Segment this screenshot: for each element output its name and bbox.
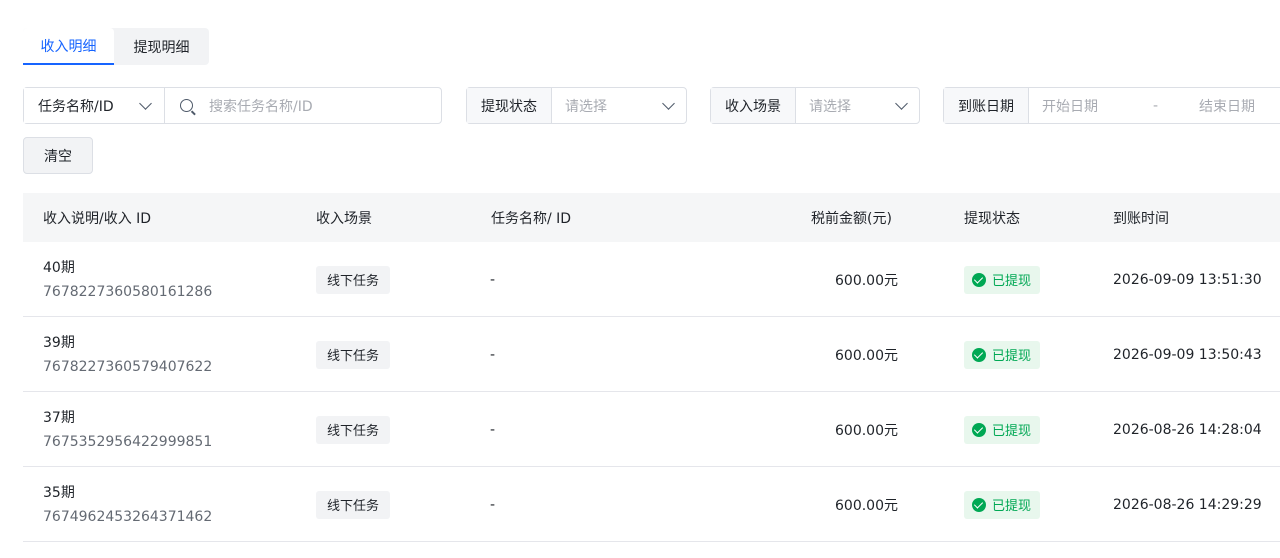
table-header: 收入说明/收入 ID 收入场景 任务名称/ ID 税前金额(元) 提现状态 到账…: [23, 193, 1280, 242]
task-cell: -: [490, 346, 496, 363]
status-cell: 已提现: [964, 242, 1041, 317]
scene-cell: 线下任务: [316, 392, 391, 467]
income-scene-placeholder: 请选择: [809, 98, 851, 115]
check-circle-icon: [972, 347, 986, 362]
status-label: 已提现: [992, 424, 1032, 439]
time-cell: 2026-09-09 13:51:30: [1113, 271, 1262, 288]
income-desc-cell: 39期 7678227360579407622: [43, 317, 212, 392]
scene-tag: 线下任务: [316, 415, 391, 444]
status-label: 已提现: [992, 499, 1032, 514]
start-date-input[interactable]: 开始日期: [1042, 96, 1098, 116]
income-id: 7678227360579407622: [43, 358, 213, 375]
scene-tag: 线下任务: [316, 490, 391, 519]
income-id: 7675352956422999851: [43, 433, 213, 450]
status-cell: 已提现: [964, 317, 1041, 392]
date-range-picker[interactable]: 开始日期 - 结束日期: [1029, 88, 1280, 123]
table-row: 35期 7674962453264371462 线下任务 - 600.00元 已…: [23, 467, 1280, 542]
income-title: 35期: [43, 484, 75, 501]
status-badge: 已提现: [964, 415, 1041, 444]
withdraw-status-filter: 提现状态 请选择: [466, 87, 687, 124]
scene-cell: 线下任务: [316, 242, 391, 317]
date-separator: -: [1152, 97, 1159, 114]
column-header-task: 任务名称/ ID: [491, 210, 572, 227]
scene-tag: 线下任务: [316, 265, 391, 294]
withdraw-status-placeholder: 请选择: [565, 98, 607, 115]
search-input[interactable]: 搜索任务名称/ID: [165, 88, 441, 123]
table-row: 37期 7675352956422999851 线下任务 - 600.00元 已…: [23, 392, 1280, 467]
time-cell: 2026-08-26 14:29:29: [1113, 496, 1262, 513]
clear-button[interactable]: 清空: [23, 137, 93, 174]
income-title: 40期: [43, 259, 75, 276]
task-cell: -: [490, 421, 496, 438]
arrival-date-label: 到账日期: [944, 88, 1029, 123]
income-title: 37期: [43, 409, 75, 426]
column-header-amount: 税前金额(元): [811, 210, 892, 227]
scene-cell: 线下任务: [316, 467, 391, 542]
income-title: 39期: [43, 334, 75, 351]
status-badge: 已提现: [964, 490, 1041, 519]
status-badge: 已提现: [964, 340, 1041, 369]
task-cell: -: [490, 496, 496, 513]
chevron-down-icon: [139, 96, 152, 110]
column-header-status: 提现状态: [964, 210, 1020, 227]
chevron-down-icon: [895, 96, 908, 110]
arrival-date-filter: 到账日期 开始日期 - 结束日期: [943, 87, 1280, 124]
income-scene-select[interactable]: 请选择: [796, 88, 919, 123]
column-header-time: 到账时间: [1113, 210, 1169, 227]
status-cell: 已提现: [964, 392, 1041, 467]
income-desc-cell: 37期 7675352956422999851: [43, 392, 212, 467]
task-search-type-select[interactable]: 任务名称/ID: [24, 88, 165, 123]
scene-cell: 线下任务: [316, 317, 391, 392]
end-date-input[interactable]: 结束日期: [1199, 96, 1280, 116]
tab-bar: 收入明细 提现明细: [23, 28, 209, 65]
amount-cell: 600.00元: [835, 347, 898, 364]
income-desc-cell: 40期 7678227360580161286: [43, 242, 212, 317]
search-placeholder: 搜索任务名称/ID: [209, 98, 313, 115]
income-id: 7678227360580161286: [43, 283, 213, 300]
task-search-filter: 任务名称/ID 搜索任务名称/ID: [23, 87, 442, 124]
task-cell: -: [490, 271, 496, 288]
column-header-desc: 收入说明/收入 ID: [43, 210, 152, 227]
status-label: 已提现: [992, 349, 1032, 364]
income-scene-filter: 收入场景 请选择: [710, 87, 920, 124]
table-row: 40期 7678227360580161286 线下任务 - 600.00元 已…: [23, 242, 1280, 317]
check-circle-icon: [972, 272, 986, 287]
amount-cell: 600.00元: [835, 422, 898, 439]
time-cell: 2026-09-09 13:50:43: [1113, 346, 1262, 363]
search-icon: [180, 99, 193, 112]
column-header-scene: 收入场景: [316, 210, 372, 227]
check-circle-icon: [972, 422, 986, 437]
income-desc-cell: 35期 7674962453264371462: [43, 467, 212, 542]
task-search-type-label: 任务名称/ID: [38, 98, 114, 115]
status-cell: 已提现: [964, 467, 1041, 542]
amount-cell: 600.00元: [835, 497, 898, 514]
tab-income-details[interactable]: 收入明细: [23, 28, 114, 65]
income-scene-label: 收入场景: [711, 88, 796, 123]
withdraw-status-label: 提现状态: [467, 88, 552, 123]
time-cell: 2026-08-26 14:28:04: [1113, 421, 1262, 438]
table-row: 39期 7678227360579407622 线下任务 - 600.00元 已…: [23, 317, 1280, 392]
status-badge: 已提现: [964, 265, 1041, 294]
income-id: 7674962453264371462: [43, 508, 213, 525]
amount-cell: 600.00元: [835, 272, 898, 289]
check-circle-icon: [972, 497, 986, 512]
scene-tag: 线下任务: [316, 340, 391, 369]
chevron-down-icon: [662, 96, 675, 110]
withdraw-status-select[interactable]: 请选择: [552, 88, 686, 123]
status-label: 已提现: [992, 274, 1032, 289]
tab-withdraw-details[interactable]: 提现明细: [114, 28, 209, 65]
